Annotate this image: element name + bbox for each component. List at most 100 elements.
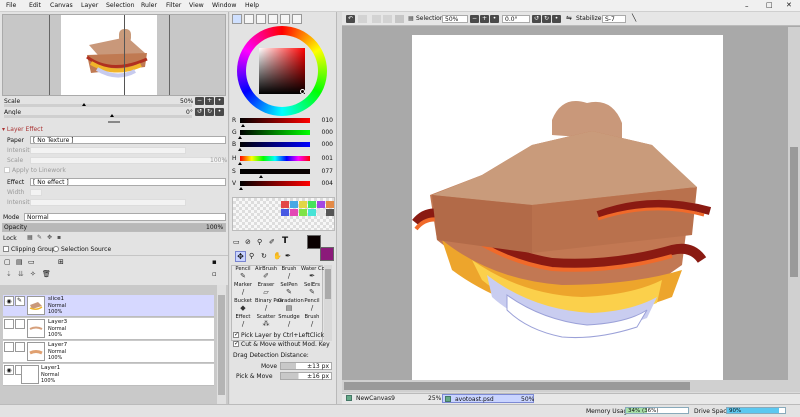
green-slider-handle[interactable]	[238, 136, 242, 139]
color-swatch[interactable]	[281, 209, 289, 216]
angle-slider[interactable]	[4, 115, 192, 118]
layer-visibility-icon[interactable]: ◉	[4, 296, 14, 306]
menu-edit[interactable]: Edit	[29, 2, 41, 9]
tool-brush2[interactable]: Brush /	[301, 314, 323, 332]
red-slider-handle[interactable]	[240, 124, 245, 127]
zoom-field[interactable]: 50%	[442, 15, 468, 23]
menu-help[interactable]: Help	[245, 2, 259, 9]
new-layer-icon[interactable]: ▢	[4, 258, 11, 266]
swatch-tab-icon[interactable]	[268, 14, 278, 24]
new-folder-icon[interactable]: ▭	[28, 258, 35, 266]
eyedropper-icon[interactable]: ✐	[269, 238, 275, 246]
lock-transparency-icon[interactable]: ▦	[27, 234, 33, 241]
primary-color-swatch[interactable]	[307, 235, 321, 249]
sv-cursor[interactable]	[300, 89, 305, 94]
selection-source-checkbox[interactable]	[53, 246, 59, 252]
rotate-tool-icon[interactable]: ↻	[261, 252, 267, 260]
paper-scale-slider[interactable]	[30, 157, 224, 164]
canvas-paper[interactable]	[412, 35, 723, 384]
color-swatch[interactable]	[326, 209, 334, 216]
layer-pen-icon[interactable]: ✎	[15, 296, 25, 306]
saturation-slider-handle[interactable]	[259, 175, 263, 178]
paper-intensity-slider[interactable]	[30, 147, 186, 154]
rotate-right-button[interactable]: ↻	[205, 108, 214, 116]
menu-view[interactable]: View	[189, 2, 204, 9]
apply-linework-checkbox[interactable]	[4, 167, 10, 173]
color-wheel[interactable]	[237, 26, 327, 116]
tool-smudge[interactable]: Smudge /	[278, 314, 300, 332]
scale-slider[interactable]	[4, 104, 192, 107]
rect-select-icon[interactable]: ▭	[233, 238, 240, 246]
canvas-rotate-left-button[interactable]: ↺	[532, 15, 541, 23]
color-swatch[interactable]	[299, 209, 307, 216]
canvas-area[interactable]: ↶ ▦ Selection 50% − + • 0.0° ↺ ↻ • ⇋ Sta…	[342, 12, 800, 392]
zoom-out-button[interactable]: −	[195, 97, 204, 105]
cut-move-checkbox[interactable]: ✓	[233, 340, 239, 347]
delete-layer-icon[interactable]: 🗑	[42, 270, 51, 278]
lasso-icon[interactable]: ⊘	[245, 238, 251, 246]
hsv-slider-tab-icon[interactable]	[256, 14, 266, 24]
straight-line-icon[interactable]: ╲	[632, 14, 636, 22]
scratchpad-tab-icon[interactable]	[280, 14, 290, 24]
value-slider[interactable]	[240, 181, 310, 186]
merge-down-icon[interactable]: ⇊	[18, 270, 24, 278]
text-tool-icon[interactable]: T	[282, 236, 288, 246]
mix-tab-icon[interactable]	[292, 14, 302, 24]
angle-slider-handle[interactable]	[110, 114, 114, 117]
tool-scatter[interactable]: Scatter ⁂	[255, 314, 277, 332]
maximize-icon[interactable]: □	[766, 1, 773, 9]
layer-panel-menu-icon[interactable]: ▪	[212, 258, 217, 266]
menu-file[interactable]: File	[6, 2, 16, 9]
layer-row-slice1[interactable]: ◉ ✎ slice1 Normal 100%	[3, 295, 214, 317]
rotate-reset-button[interactable]: •	[215, 108, 224, 116]
hand-tool-icon[interactable]: ✋	[273, 252, 282, 260]
zoom-in-button[interactable]: +	[205, 97, 214, 105]
new-linework-layer-icon[interactable]: ▤	[16, 258, 23, 266]
toggle-selection-icon[interactable]	[395, 15, 404, 23]
zoom-tool-icon[interactable]: ⚲	[249, 252, 254, 260]
color-swatch[interactable]	[290, 209, 298, 216]
red-slider[interactable]	[240, 118, 310, 123]
panel-splitter-icon[interactable]	[108, 121, 120, 123]
hue-slider[interactable]	[240, 156, 310, 161]
canvas-vertical-scrollbar[interactable]	[788, 27, 800, 392]
select-all-icon[interactable]	[358, 15, 367, 23]
color-swatch[interactable]	[281, 201, 289, 208]
menu-ruler[interactable]: Ruler	[141, 2, 157, 9]
magic-wand-icon[interactable]: ⚲	[257, 238, 262, 246]
layer-list-scrollbar-thumb[interactable]	[218, 295, 225, 395]
pick-layer-checkbox[interactable]: ✓	[233, 331, 239, 338]
clipping-group-checkbox[interactable]	[3, 246, 9, 252]
selection-edge-icon[interactable]: ▦	[408, 15, 414, 22]
rgb-slider-tab-icon[interactable]	[244, 14, 254, 24]
move-distance-field[interactable]: ±13 px	[280, 362, 332, 370]
canvas-zoom-reset-button[interactable]: •	[490, 15, 499, 23]
lock-all-icon[interactable]: ▪	[57, 234, 61, 241]
effect-intensity-slider[interactable]	[30, 199, 186, 206]
layer-pen-icon[interactable]	[15, 342, 25, 352]
rotate-left-button[interactable]: ↺	[195, 108, 204, 116]
layer-visibility-icon[interactable]	[4, 319, 14, 329]
saturation-slider[interactable]	[240, 169, 310, 174]
canvas-zoom-in-button[interactable]: +	[480, 15, 489, 23]
pick-move-distance-field[interactable]: ±16 px	[280, 372, 332, 380]
color-swatch[interactable]	[308, 209, 316, 216]
clear-layer-icon[interactable]: ✧	[30, 270, 36, 278]
canvas-vertical-scrollbar-thumb[interactable]	[790, 147, 798, 277]
minimize-icon[interactable]: –	[745, 2, 749, 10]
layer-visibility-icon[interactable]	[4, 342, 14, 352]
color-swatch[interactable]	[317, 209, 325, 216]
saturation-value-square[interactable]	[259, 48, 305, 94]
rotation-field[interactable]: 0.0°	[502, 15, 530, 23]
canvas-rotate-right-button[interactable]: ↻	[542, 15, 551, 23]
transfer-down-icon[interactable]: ⇣	[6, 270, 12, 278]
effect-width-slider[interactable]	[30, 189, 42, 196]
menu-canvas[interactable]: Canvas	[50, 2, 73, 9]
zoom-reset-button[interactable]: •	[215, 97, 224, 105]
tab-newcanvas9[interactable]: NewCanvas9 25%	[346, 395, 441, 403]
dropper-tool-icon[interactable]: ✒	[285, 252, 291, 260]
canvas-horizontal-scrollbar-thumb[interactable]	[344, 382, 690, 390]
color-swatch[interactable]	[317, 201, 325, 208]
layer-lock-icon[interactable]: ▫	[212, 270, 217, 278]
lock-pen-icon[interactable]: ✎	[37, 234, 42, 241]
